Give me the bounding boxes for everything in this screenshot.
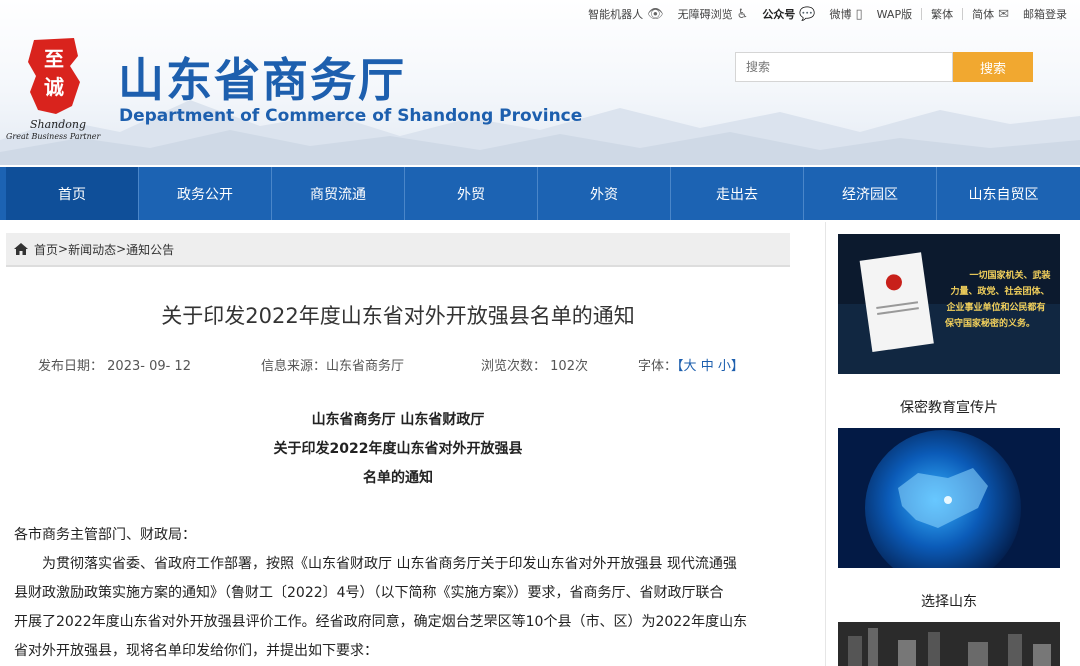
nav-trade-circulation[interactable]: 商贸流通 — [272, 167, 405, 220]
eye-icon: 👁 — [647, 6, 664, 22]
search-input[interactable] — [735, 52, 953, 82]
top-utility-bar: 智能机器人 👁 无障碍浏览 ♿ 公众号 💬 微博 ▯ WAP版 繁体 简体 ✉ 邮箱登录 — [583, 5, 1072, 23]
font-large-button[interactable]: 大 — [684, 359, 697, 374]
shandong-seal-logo: 至 诚 — [28, 38, 80, 114]
logo-subtitle-partner: Great Business Partner — [6, 132, 101, 141]
robot-link[interactable]: 智能机器人 👁 — [583, 5, 669, 23]
weibo-link[interactable]: 微博 ▯ — [825, 5, 868, 23]
divider — [962, 8, 964, 20]
mail-icon: ✉ — [998, 6, 1009, 22]
view-count: 浏览次数： 102次 — [481, 359, 588, 374]
nav-going-global[interactable]: 走出去 — [671, 167, 804, 220]
doc-title-line-2: 名单的通知 — [363, 470, 433, 486]
breadcrumb-separator: > — [58, 242, 69, 256]
site-header: 智能机器人 👁 无障碍浏览 ♿ 公众号 💬 微博 ▯ WAP版 繁体 简体 ✉ 邮箱登录 … — [0, 0, 1080, 165]
article-title: 关于印发2022年度山东省对外开放强县名单的通知 — [161, 304, 635, 328]
nav-government-affairs[interactable]: 政务公开 — [139, 167, 272, 220]
svg-text:一切国家机关、武装: 一切国家机关、武装 — [969, 269, 1051, 281]
paragraph-line: 省对外开放强县，现将名单印发给你们，并提出如下要求： — [14, 643, 378, 659]
nav-home[interactable]: 首页 — [6, 167, 139, 220]
svg-text:企业事业单位和公民都有: 企业事业单位和公民都有 — [945, 301, 1045, 313]
choose-shandong-thumbnail[interactable] — [838, 428, 1060, 568]
breadcrumb: 首页 > 新闻动态 > 通知公告 — [6, 233, 790, 267]
divider — [921, 8, 923, 20]
seal-char-2: 诚 — [44, 75, 64, 99]
info-source: 信息来源：山东省商务厅 — [261, 359, 405, 374]
font-medium-button[interactable]: 中 — [701, 359, 714, 374]
secrecy-video-caption[interactable]: 保密教育宣传片 — [838, 397, 1060, 417]
search-button[interactable]: 搜索 — [953, 52, 1033, 82]
mail-login-link[interactable]: 邮箱登录 — [1018, 5, 1072, 23]
phone-icon: ▯ — [855, 6, 863, 22]
site-title-cn[interactable]: 山东省商务厅 — [118, 52, 406, 108]
doc-title-line-1: 关于印发2022年度山东省对外开放强县 — [273, 441, 523, 457]
wap-link[interactable]: WAP版 — [872, 5, 917, 23]
accessible-link[interactable]: 无障碍浏览 ♿ — [673, 5, 754, 23]
paragraph-line: 开展了2022年度山东省对外开放强县评价工作。经省政府同意，确定烟台芝罘区等10… — [14, 614, 748, 630]
simplified-link[interactable]: 简体 ✉ — [967, 5, 1014, 23]
home-icon — [14, 243, 28, 255]
breadcrumb-home[interactable]: 首页 — [34, 241, 58, 258]
sidebar-divider — [825, 222, 826, 666]
breadcrumb-separator: > — [116, 242, 127, 256]
svg-text:保守国家秘密的义务。: 保守国家秘密的义务。 — [944, 317, 1035, 329]
paragraph-line: 县财政激励政策实施方案的通知》（鲁财工〔2022〕4号）（以下简称《实施方案》）… — [14, 585, 724, 601]
secrecy-video-thumbnail[interactable]: 一切国家机关、武装 力量、政党、社会团体、 企业事业单位和公民都有 保守国家秘密… — [838, 234, 1060, 374]
svg-text:力量、政党、社会团体、: 力量、政党、社会团体、 — [950, 285, 1049, 297]
wechat-icon: 💬 — [799, 6, 816, 22]
font-size-control: 字体：【大 中 小】 — [638, 359, 744, 374]
main-nav: 首页 政务公开 商贸流通 外贸 外资 走出去 经济园区 山东自贸区 — [0, 167, 1080, 220]
traditional-link[interactable]: 繁体 — [926, 5, 958, 23]
accessibility-icon: ♿ — [736, 6, 749, 22]
font-small-button[interactable]: 小 — [718, 359, 731, 374]
breadcrumb-news[interactable]: 新闻动态 — [68, 241, 116, 258]
choose-shandong-caption[interactable]: 选择山东 — [838, 591, 1060, 611]
publish-date: 发布日期： 2023- 09- 12 — [38, 359, 191, 374]
breadcrumb-notice[interactable]: 通知公告 — [126, 241, 174, 258]
nav-free-trade-zone[interactable]: 山东自贸区 — [937, 167, 1070, 220]
doc-issuers: 山东省商务厅 山东省财政厅 — [311, 412, 485, 428]
salutation: 各市商务主管部门、财政局： — [14, 527, 196, 543]
nav-economic-parks[interactable]: 经济园区 — [804, 167, 937, 220]
logo-subtitle-shandong: Shandong — [30, 118, 87, 131]
nav-foreign-investment[interactable]: 外资 — [538, 167, 671, 220]
article-body: 各市商务主管部门、财政局： 为贯彻落实省委、省政府工作部署，按照《山东省财政厅 … — [14, 521, 776, 666]
seal-char-1: 至 — [44, 47, 64, 71]
paragraph-line: 为贯彻落实省委、省政府工作部署，按照《山东省财政厅 山东省商务厅关于印发山东省对… — [42, 556, 737, 572]
site-title-en: Department of Commerce of Shandong Provi… — [119, 106, 583, 126]
city-skyline-thumbnail[interactable] — [838, 622, 1060, 666]
wechat-link[interactable]: 公众号 💬 — [757, 5, 820, 23]
nav-foreign-trade[interactable]: 外贸 — [405, 167, 538, 220]
